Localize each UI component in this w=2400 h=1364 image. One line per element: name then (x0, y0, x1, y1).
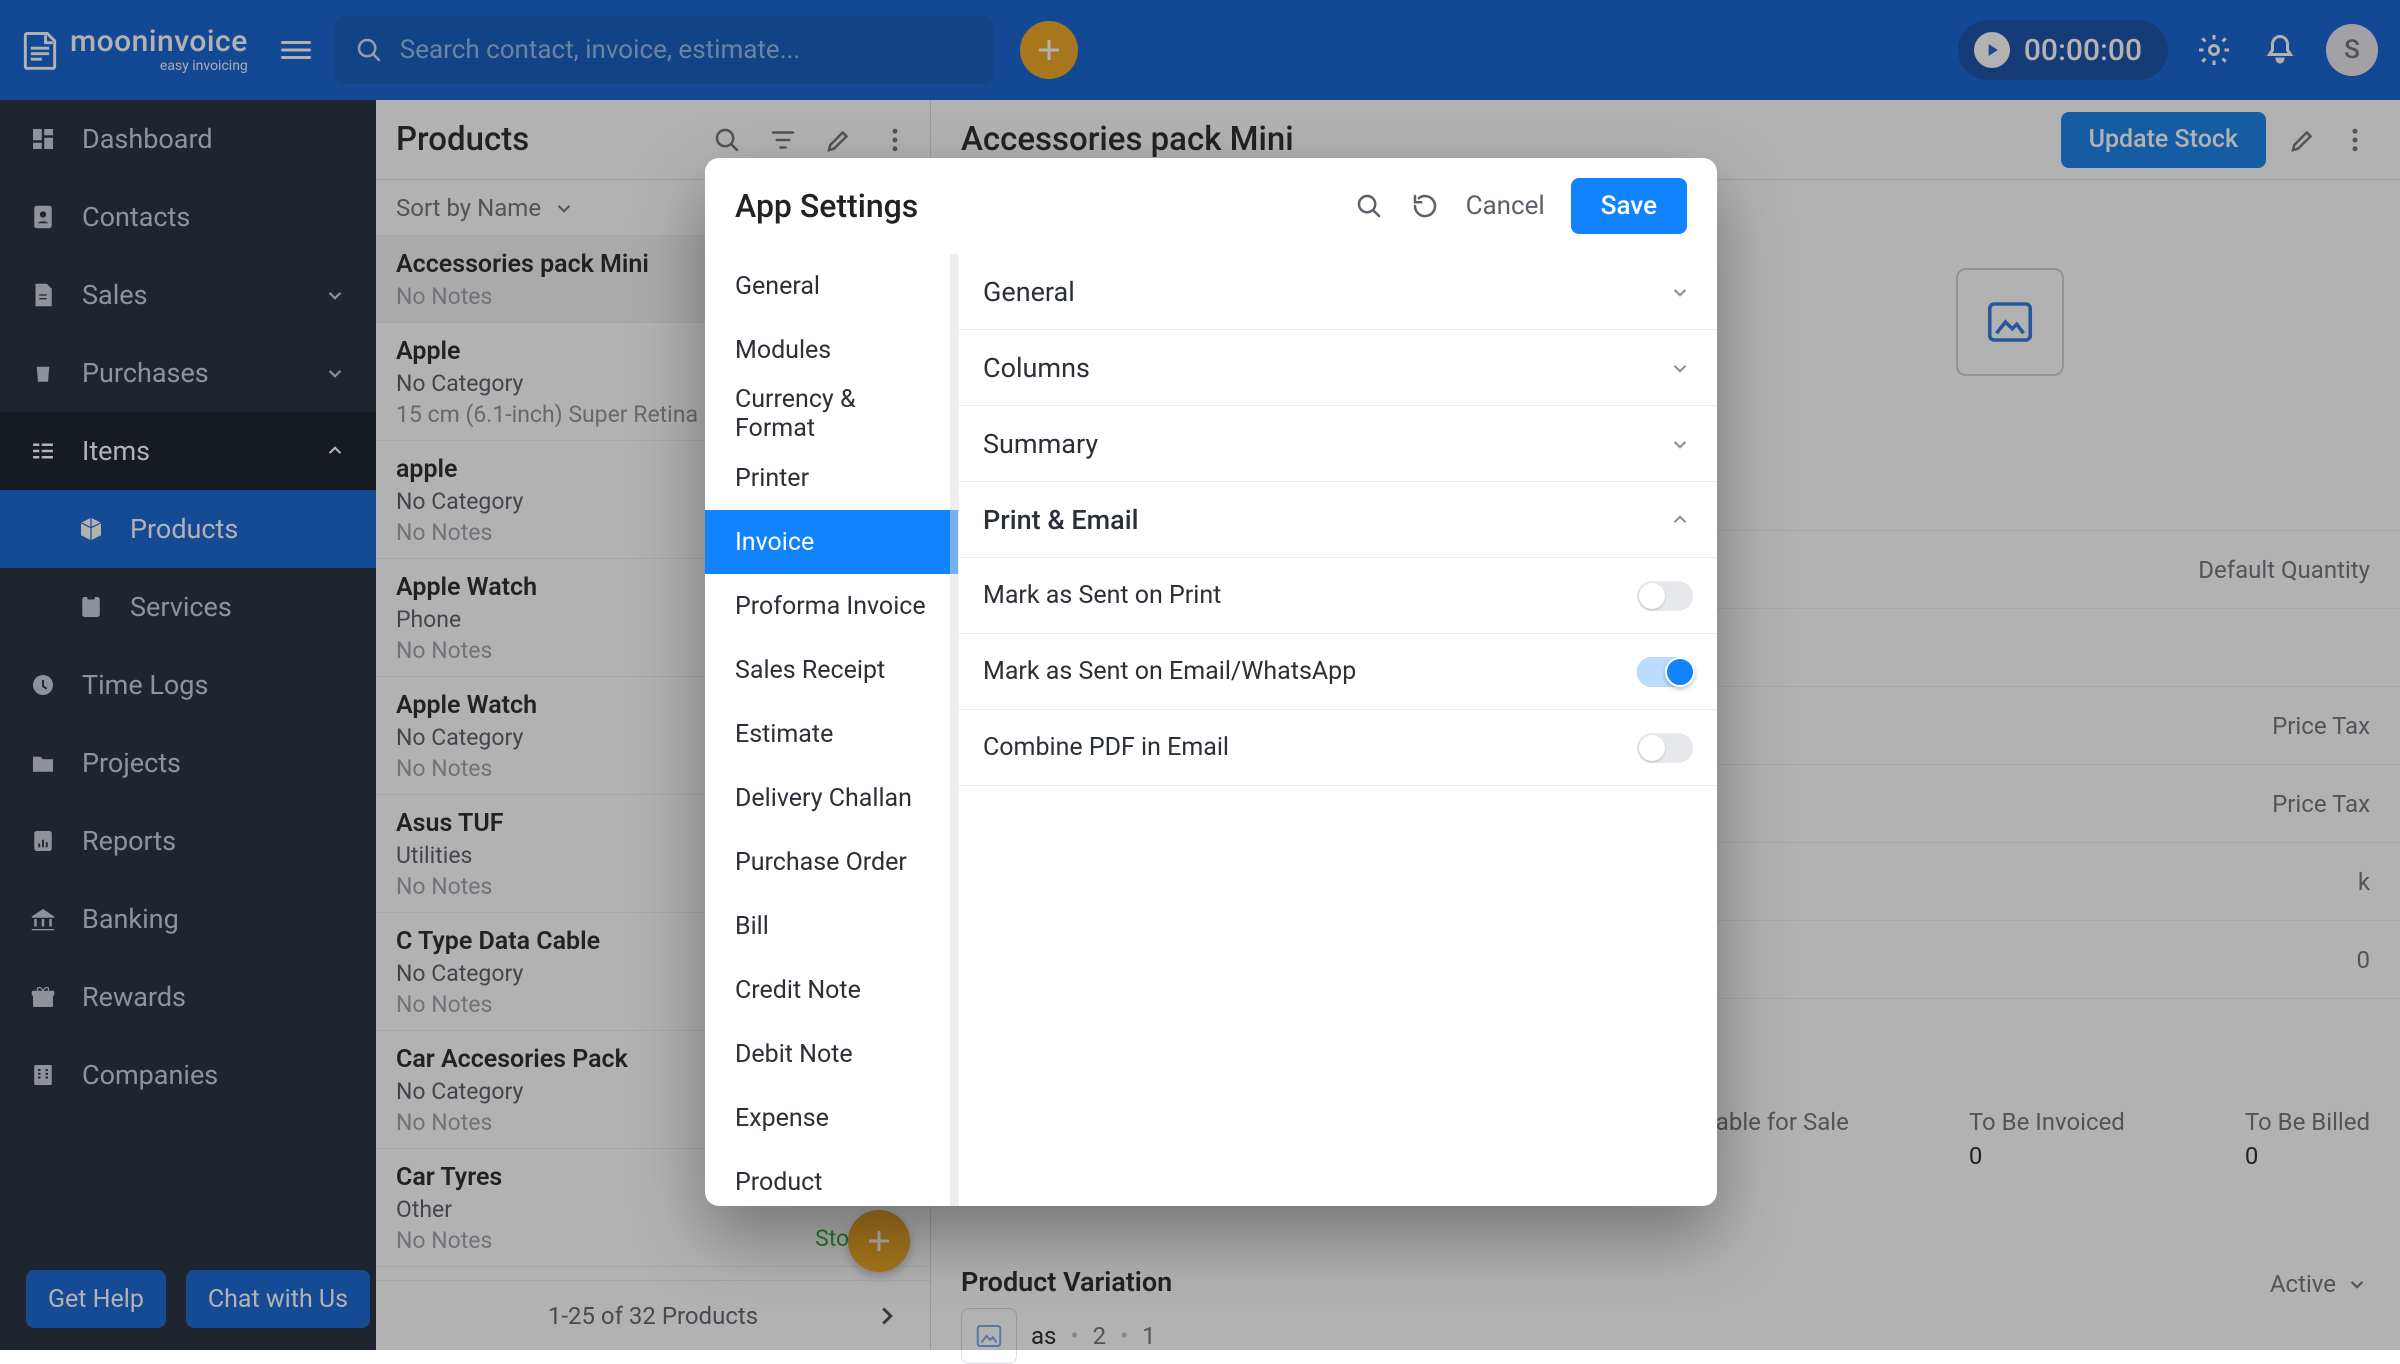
settings-tab-invoice[interactable]: Invoice (705, 510, 958, 574)
chevron-down-icon (1667, 355, 1693, 381)
chevron-down-icon (1667, 279, 1693, 305)
option-combine-pdf-in-email: Combine PDF in Email (959, 710, 1717, 786)
settings-tab-currency-format[interactable]: Currency & Format (705, 382, 958, 446)
modal-title: App Settings (735, 187, 918, 225)
accordion-print-email[interactable]: Print & Email (959, 482, 1717, 558)
settings-tab-expense[interactable]: Expense (705, 1086, 958, 1150)
modal-search-icon[interactable] (1354, 191, 1384, 221)
settings-tab-modules[interactable]: Modules (705, 318, 958, 382)
settings-tab-purchase-order[interactable]: Purchase Order (705, 830, 958, 894)
settings-content: GeneralColumnsSummaryPrint & Email Mark a… (959, 254, 1717, 1206)
settings-tab-credit-note[interactable]: Credit Note (705, 958, 958, 1022)
settings-tab-proforma-invoice[interactable]: Proforma Invoice (705, 574, 958, 638)
settings-tab-delivery-challan[interactable]: Delivery Challan (705, 766, 958, 830)
cancel-button[interactable]: Cancel (1466, 191, 1545, 221)
option-label: Mark as Sent on Print (983, 581, 1221, 610)
settings-tab-sales-receipt[interactable]: Sales Receipt (705, 638, 958, 702)
toggle[interactable] (1637, 657, 1693, 687)
settings-tab-printer[interactable]: Printer (705, 446, 958, 510)
option-label: Mark as Sent on Email/WhatsApp (983, 657, 1356, 686)
settings-tab-estimate[interactable]: Estimate (705, 702, 958, 766)
toggle[interactable] (1637, 581, 1693, 611)
chevron-up-icon (1667, 507, 1693, 533)
app-settings-modal: App Settings Cancel Save GeneralModulesC… (705, 158, 1717, 1206)
settings-sidebar: GeneralModulesCurrency & FormatPrinterIn… (705, 254, 959, 1206)
accordion-general[interactable]: General (959, 254, 1717, 330)
toggle[interactable] (1637, 733, 1693, 763)
settings-tab-general[interactable]: General (705, 254, 958, 318)
accordion-summary[interactable]: Summary (959, 406, 1717, 482)
settings-tab-product[interactable]: Product (705, 1150, 958, 1206)
settings-tab-bill[interactable]: Bill (705, 894, 958, 958)
option-mark-as-sent-on-print: Mark as Sent on Print (959, 558, 1717, 634)
modal-reset-icon[interactable] (1410, 191, 1440, 221)
settings-tab-debit-note[interactable]: Debit Note (705, 1022, 958, 1086)
option-label: Combine PDF in Email (983, 733, 1229, 762)
save-button[interactable]: Save (1571, 178, 1687, 234)
chevron-down-icon (1667, 431, 1693, 457)
option-mark-as-sent-on-email-whatsapp: Mark as Sent on Email/WhatsApp (959, 634, 1717, 710)
accordion-columns[interactable]: Columns (959, 330, 1717, 406)
